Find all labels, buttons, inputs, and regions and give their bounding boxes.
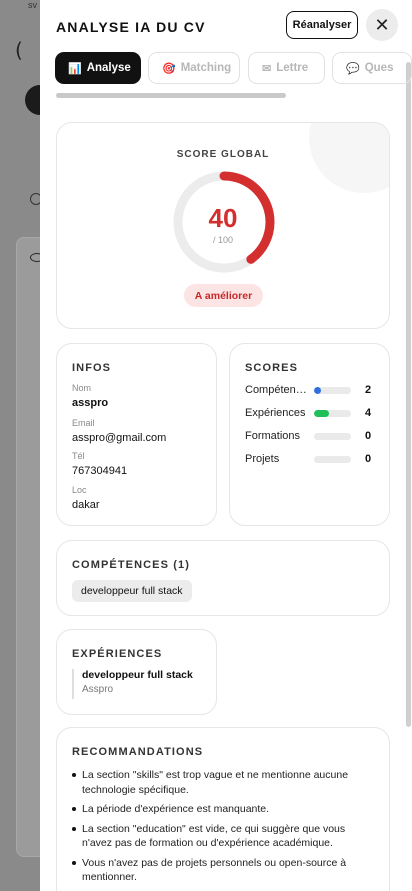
global-score-card: SCORE GLOBAL 40 / 100 A améliorer: [56, 122, 390, 329]
info-value-email: asspro@gmail.com: [72, 432, 167, 444]
tab-matching[interactable]: 🎯 Matching: [148, 52, 240, 84]
scores-card: SCORES Compétences 2 Expériences 4 Forma…: [229, 343, 390, 526]
score-row-label-competences: Compétences: [245, 384, 309, 396]
recommendations-card: RECOMMANDATIONS La section "skills" est …: [56, 727, 390, 891]
score-max: / 100: [212, 235, 234, 245]
reanalyse-button[interactable]: Réanalyser: [286, 11, 358, 39]
score-row-label-formations: Formations: [245, 430, 301, 442]
score-row-value: 2: [365, 384, 372, 396]
close-icon: ✕: [374, 14, 390, 35]
experience-role: developpeur full stack: [82, 669, 193, 681]
background-top-text: sv: [28, 0, 37, 10]
infos-title: INFOS: [72, 362, 112, 374]
info-value-phone: 767304941: [72, 465, 128, 477]
info-label-name: Nom: [72, 383, 92, 393]
score-row-value: 0: [365, 453, 372, 465]
score-row-bar: [314, 387, 351, 394]
score-row-bar: [314, 410, 351, 417]
envelope-icon: ✉: [262, 62, 272, 75]
score-row-bar: [314, 456, 351, 463]
tab-bar: 📊 Analyse 🎯 Matching ✉ Lettre 💬 Ques: [55, 52, 412, 86]
drawer-title: ANALYSE IA DU CV: [56, 19, 206, 35]
info-value-name: asspro: [72, 397, 109, 409]
recommendation-item: La période d'expérience est manquante.: [72, 802, 377, 817]
recommendation-item: Vous n'avez pas de projets personnels ou…: [72, 856, 377, 885]
experience-company: Asspro: [82, 684, 114, 695]
score-row-bar: [314, 433, 351, 440]
recommendations-title: RECOMMANDATIONS: [72, 746, 204, 758]
tab-questions[interactable]: 💬 Ques: [332, 52, 412, 84]
tab-label: Matching: [180, 62, 232, 74]
recommendations-list: La section "skills" est trop vague et ne…: [72, 768, 377, 890]
experiences-title: EXPÉRIENCES: [72, 648, 163, 660]
score-row-value: 4: [365, 407, 372, 419]
info-label-email: Email: [72, 418, 95, 428]
score-row-value: 0: [365, 430, 372, 442]
score-row-label-projets: Projets: [245, 453, 280, 465]
recommendation-item: La section "education" est vide, ce qui …: [72, 822, 377, 851]
score-row-fill: [314, 410, 329, 417]
info-label-phone: Tél: [72, 451, 85, 461]
info-label-location: Loc: [72, 485, 87, 495]
cv-analysis-drawer: ANALYSE IA DU CV Réanalyser ✕ 📊 Analyse …: [40, 0, 412, 891]
score-label: SCORE GLOBAL: [176, 149, 270, 160]
drawer-scrollbar[interactable]: [406, 62, 411, 727]
tabs-scrollbar[interactable]: [56, 93, 286, 98]
chart-icon: 📊: [68, 62, 82, 75]
tab-analyse[interactable]: 📊 Analyse: [55, 52, 141, 84]
status-badge: A améliorer: [184, 284, 263, 307]
competences-card: COMPÉTENCES (1) developpeur full stack: [56, 540, 390, 616]
close-button[interactable]: ✕: [366, 9, 398, 41]
score-row-fill: [314, 387, 322, 394]
speech-bubble-icon: 💬: [346, 62, 360, 75]
background-logo: (: [15, 38, 23, 62]
tab-label: Ques: [364, 62, 394, 74]
competences-title: COMPÉTENCES (1): [72, 559, 190, 571]
score-value: 40: [208, 203, 238, 233]
recommendation-item: La section "skills" est trop vague et ne…: [72, 768, 377, 797]
tab-lettre[interactable]: ✉ Lettre: [248, 52, 325, 84]
tab-label: Analyse: [86, 62, 131, 74]
skill-chip: developpeur full stack: [72, 580, 192, 602]
tab-label: Lettre: [276, 62, 309, 74]
infos-card: INFOS Nom asspro Email asspro@gmail.com …: [56, 343, 217, 526]
scores-title: SCORES: [245, 362, 299, 374]
target-icon: 🎯: [162, 62, 176, 75]
score-row-label-experiences: Expériences: [245, 407, 306, 419]
experiences-card: EXPÉRIENCES developpeur full stack Asspr…: [56, 629, 217, 715]
info-value-location: dakar: [72, 499, 100, 511]
experience-item: developpeur full stack Asspro: [72, 669, 193, 699]
